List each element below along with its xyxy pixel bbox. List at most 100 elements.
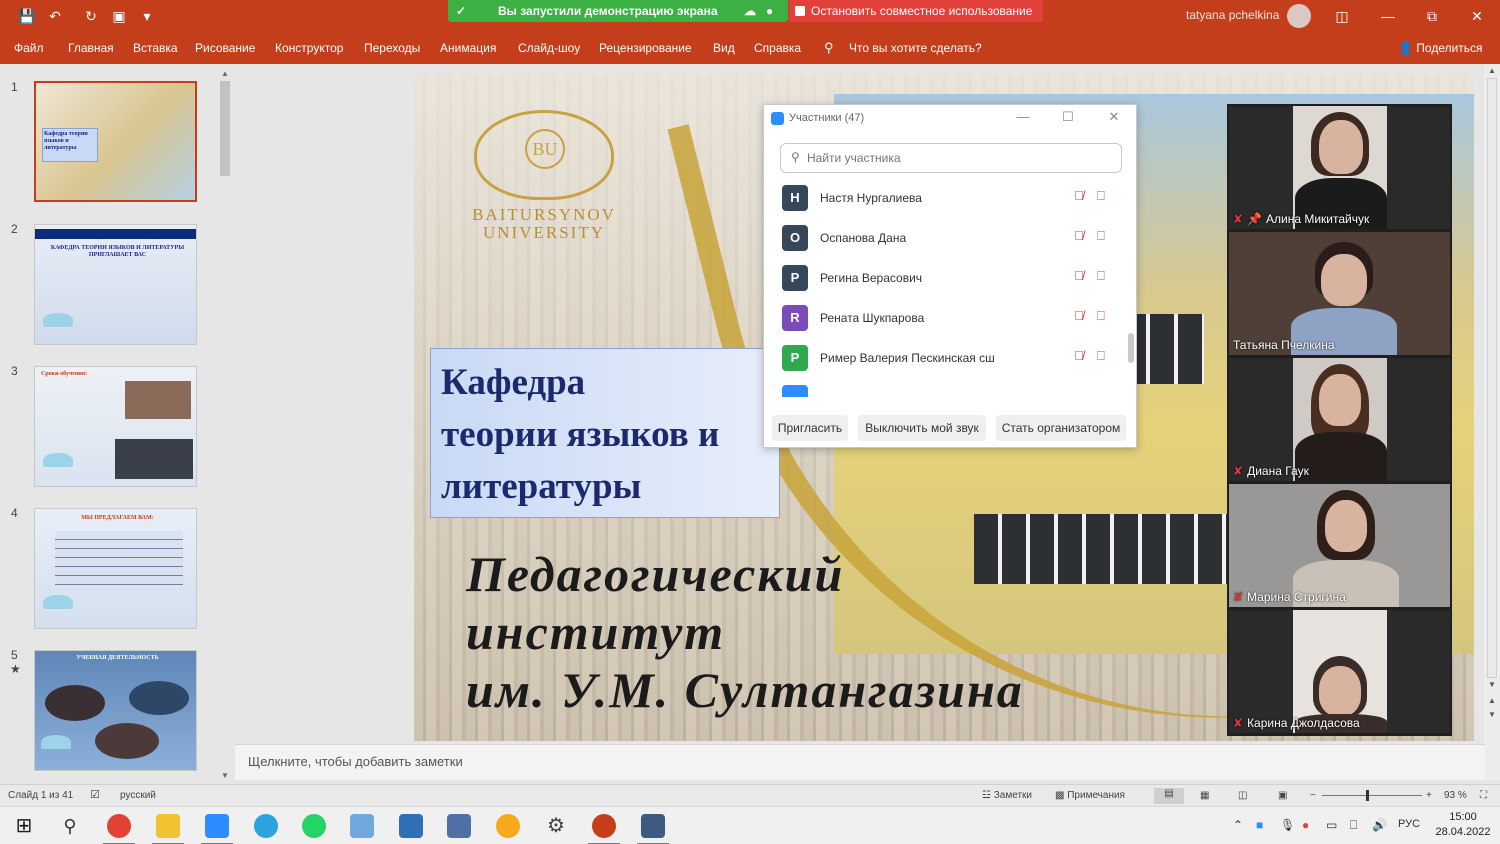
participant-row[interactable]: О Оспанова Дана 🎙̸ ⎕ [764,219,1124,259]
slide-subtitle-line[interactable]: Педагогический [466,546,844,602]
zoom-in-button[interactable]: + [1426,790,1432,801]
tab-help[interactable]: Справка [754,41,801,55]
undo-icon[interactable]: ↶ [46,7,64,25]
whatsapp-icon[interactable] [302,814,326,838]
participant-row[interactable]: Р Ример Валерия Пескинская сш 🎙̸ ⎕ [764,339,1124,379]
tab-insert[interactable]: Вставка [133,41,178,55]
network-icon[interactable]: ⎕ [1350,818,1357,833]
video-tile[interactable]: ✘ 📌 Алина Микитайчук [1229,106,1450,229]
input-language[interactable]: РУС [1398,818,1420,830]
tab-animations[interactable]: Анимация [440,41,496,55]
ribbon-display-icon[interactable]: ◫ [1332,6,1352,26]
present-icon[interactable]: ▣ [110,7,128,25]
telegram-icon[interactable] [254,814,278,838]
next-slide-icon[interactable]: ▼ [1486,710,1498,719]
slide-thumbnail-5[interactable]: УЧЕБНАЯ ДЕЯТЕЛЬНОСТЬ [34,650,197,771]
share-button[interactable]: 👤 Поделиться [1398,41,1483,55]
slide-scrollbar[interactable]: ▲ ▼ ▲ ▼ [1484,64,1500,780]
comments-button[interactable]: ▩ Примечания [1055,790,1125,801]
user-name[interactable]: tatyana pchelkina [1186,8,1279,22]
close-icon[interactable]: ✕ [1105,109,1123,125]
make-host-button[interactable]: Стать организатором [996,415,1126,441]
scroll-thumb[interactable] [1128,333,1134,363]
video-off-icon[interactable]: ⎕ [1097,308,1105,324]
microphone-icon[interactable]: 🎙 [1280,818,1295,832]
mic-muted-icon[interactable]: 🎙̸ [1074,228,1084,243]
search-input[interactable] [807,148,1107,168]
mic-muted-icon[interactable]: 🎙̸ [1074,188,1084,203]
participant-search[interactable]: ⚲ [780,143,1122,173]
scroll-up-icon[interactable]: ▲ [218,69,232,78]
calculator-icon[interactable] [447,814,471,838]
thumbnails-scrollbar[interactable]: ▲ ▼ [218,67,232,785]
notes-pane[interactable]: Щелкните, чтобы добавить заметки [235,744,1485,780]
reading-view-icon[interactable]: ◫ [1238,790,1247,801]
windows-start-icon[interactable]: ⊞ [12,814,36,838]
scroll-down-icon[interactable]: ▼ [1486,680,1498,689]
video-off-icon[interactable]: ⎕ [1097,188,1105,204]
video-off-icon[interactable]: ⎕ [1097,348,1105,364]
save-icon[interactable]: 💾 [18,7,36,25]
zoom-level[interactable]: 93 % [1444,790,1467,801]
avatar[interactable] [1287,4,1311,28]
invite-button[interactable]: Пригласить [772,415,848,441]
tell-me-input[interactable]: Что вы хотите сделать? [849,41,982,55]
minimize-icon[interactable]: — [1378,6,1398,26]
edge-icon[interactable] [496,814,520,838]
slide-subtitle-line[interactable]: институт [466,604,725,660]
tab-slideshow[interactable]: Слайд-шоу [518,41,580,55]
slide-thumbnail-4[interactable]: МЫ ПРЕДЛАГАЕМ ВАМ: [34,508,197,629]
video-tile[interactable]: ✘ Марина Стригина [1229,484,1450,607]
tab-review[interactable]: Рецензирование [599,41,692,55]
participant-row[interactable]: Н Настя Нургалиева 🎙̸ ⎕ [764,179,1124,219]
video-tile[interactable]: ✘ Диана Гаук [1229,358,1450,481]
minimize-icon[interactable]: — [1014,109,1032,124]
restore-icon[interactable]: ⧉ [1422,6,1442,26]
mute-me-button[interactable]: Выключить мой звук [858,415,986,441]
video-tile[interactable]: ✘ Карина Джолдасова [1229,610,1450,733]
tab-draw[interactable]: Рисование [195,41,255,55]
zoom-slider[interactable] [1322,795,1422,796]
search-icon[interactable]: ⚲ [58,814,82,838]
chevron-up-icon[interactable]: ⌃ [1233,818,1243,832]
close-icon[interactable]: ✕ [1467,6,1487,26]
scroll-thumb[interactable] [1487,78,1497,678]
tab-design[interactable]: Конструктор [275,41,343,55]
volume-icon[interactable]: 🔊 [1372,818,1387,832]
panel-header[interactable]: Участники (47) — ☐ ✕ [764,105,1136,133]
film-clapper-icon[interactable] [637,814,669,844]
previous-slide-icon[interactable]: ▲ [1486,696,1498,705]
screen-share-banner[interactable]: ✓ Вы запустили демонстрацию экрана ☁ ● [448,0,788,22]
language-indicator[interactable]: русский [120,790,156,801]
stop-sharing-button[interactable]: Остановить совместное использование [789,0,1043,22]
video-on-icon[interactable]: ⎕ [1097,228,1105,244]
participants-scrollbar[interactable] [1128,183,1134,393]
participant-row[interactable]: Р Регина Верасович 🎙̸ ⎕ [764,259,1124,299]
remote-desktop-icon[interactable] [399,814,423,838]
mic-muted-icon[interactable]: 🎙̸ [1074,348,1084,363]
maximize-icon[interactable]: ☐ [1059,109,1077,125]
participant-row-partial[interactable] [764,379,1124,397]
slide-title-box[interactable]: Кафедра теории языков и литературы [430,348,780,518]
zoom-out-button[interactable]: − [1310,790,1316,801]
file-explorer-icon[interactable] [152,814,184,844]
control-panel-icon[interactable] [350,814,374,838]
tab-view[interactable]: Вид [713,41,735,55]
notes-button[interactable]: ☳ Заметки [982,790,1032,801]
zoom-icon[interactable] [201,814,233,844]
video-tile[interactable]: Татьяна Пчелкина [1229,232,1450,355]
settings-gear-icon[interactable]: ⚙ [544,814,568,838]
slide-thumbnail-2[interactable]: КАФЕДРА ТЕОРИИ ЯЗЫКОВ И ЛИТЕРАТУРЫ ПРИГЛ… [34,224,197,345]
tab-home[interactable]: Главная [68,41,114,55]
slide-subtitle-line[interactable]: им. У.М. Султангазина [466,662,1024,718]
slide-sorter-icon[interactable]: ▦ [1200,790,1209,801]
zoom-slider-thumb[interactable] [1366,790,1369,801]
slide-thumbnail-1[interactable]: Кафедра теории языков и литературы [34,81,197,202]
tab-transitions[interactable]: Переходы [364,41,420,55]
mic-muted-icon[interactable]: 🎙̸ [1074,268,1084,283]
zoom-tray-icon[interactable]: ■ [1256,818,1263,832]
system-clock[interactable]: 15:00 28.04.2022 [1432,810,1494,840]
notes-placeholder[interactable]: Щелкните, чтобы добавить заметки [248,754,463,769]
redo-icon[interactable]: ↻ [82,7,100,25]
customize-icon[interactable]: ▾ [138,7,156,25]
